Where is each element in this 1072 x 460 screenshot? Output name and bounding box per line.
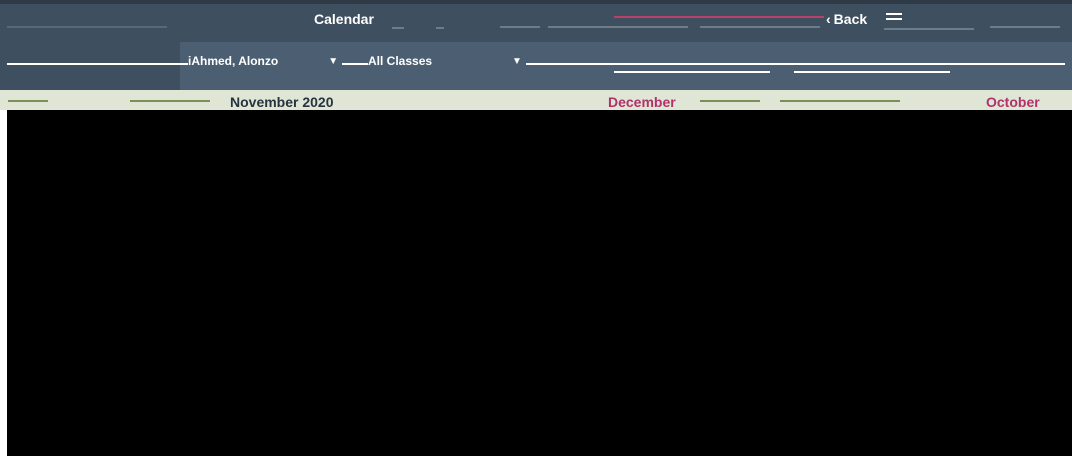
back-label: Back	[833, 11, 868, 27]
header-decor	[990, 26, 1060, 28]
menu-icon	[886, 18, 902, 20]
class-select-value: All Classes	[368, 54, 433, 68]
current-month-label: November 2020	[230, 94, 334, 110]
next-month-link[interactable]: October	[986, 94, 1040, 110]
top-app-bar: Calendar ‹ Back	[0, 0, 1072, 42]
header-decor	[436, 27, 444, 29]
chevron-left-icon: ‹	[826, 11, 831, 27]
header-decor	[392, 27, 404, 29]
student-select-value: iAhmed, Alonzo	[188, 54, 279, 68]
filter-bar-left-panel	[0, 42, 180, 90]
band-decor	[700, 100, 760, 102]
filter-divider	[7, 63, 1065, 65]
search-field-underline[interactable]	[614, 71, 770, 73]
hamburger-menu-button[interactable]	[886, 11, 904, 25]
back-button[interactable]: ‹ Back	[826, 11, 867, 27]
content-left-gutter	[0, 110, 7, 460]
calendar-content-area	[7, 110, 1072, 456]
header-decor	[500, 26, 540, 28]
band-decor	[780, 100, 900, 102]
class-select[interactable]: All Classes ▼	[368, 54, 526, 68]
previous-month-link[interactable]: December	[608, 94, 676, 110]
app-frame: Calendar ‹ Back iAhmed, Alonzo ▼ All Cla…	[0, 0, 1072, 460]
page-title: Calendar	[314, 11, 374, 27]
header-decor	[614, 16, 824, 18]
menu-icon	[886, 13, 902, 15]
month-navigation: November 2020 December October	[0, 90, 1072, 110]
band-decor	[130, 100, 210, 102]
chevron-down-icon: ▼	[328, 55, 339, 67]
header-decor	[884, 28, 974, 30]
header-decor	[700, 26, 820, 28]
chevron-down-icon: ▼	[512, 55, 522, 67]
band-decor	[8, 100, 48, 102]
student-select[interactable]: iAhmed, Alonzo ▼	[188, 54, 343, 68]
date-field-underline[interactable]	[794, 71, 950, 73]
header-decor	[548, 26, 688, 28]
filter-bar: iAhmed, Alonzo ▼ All Classes ▼	[0, 42, 1072, 90]
header-divider	[7, 26, 167, 28]
